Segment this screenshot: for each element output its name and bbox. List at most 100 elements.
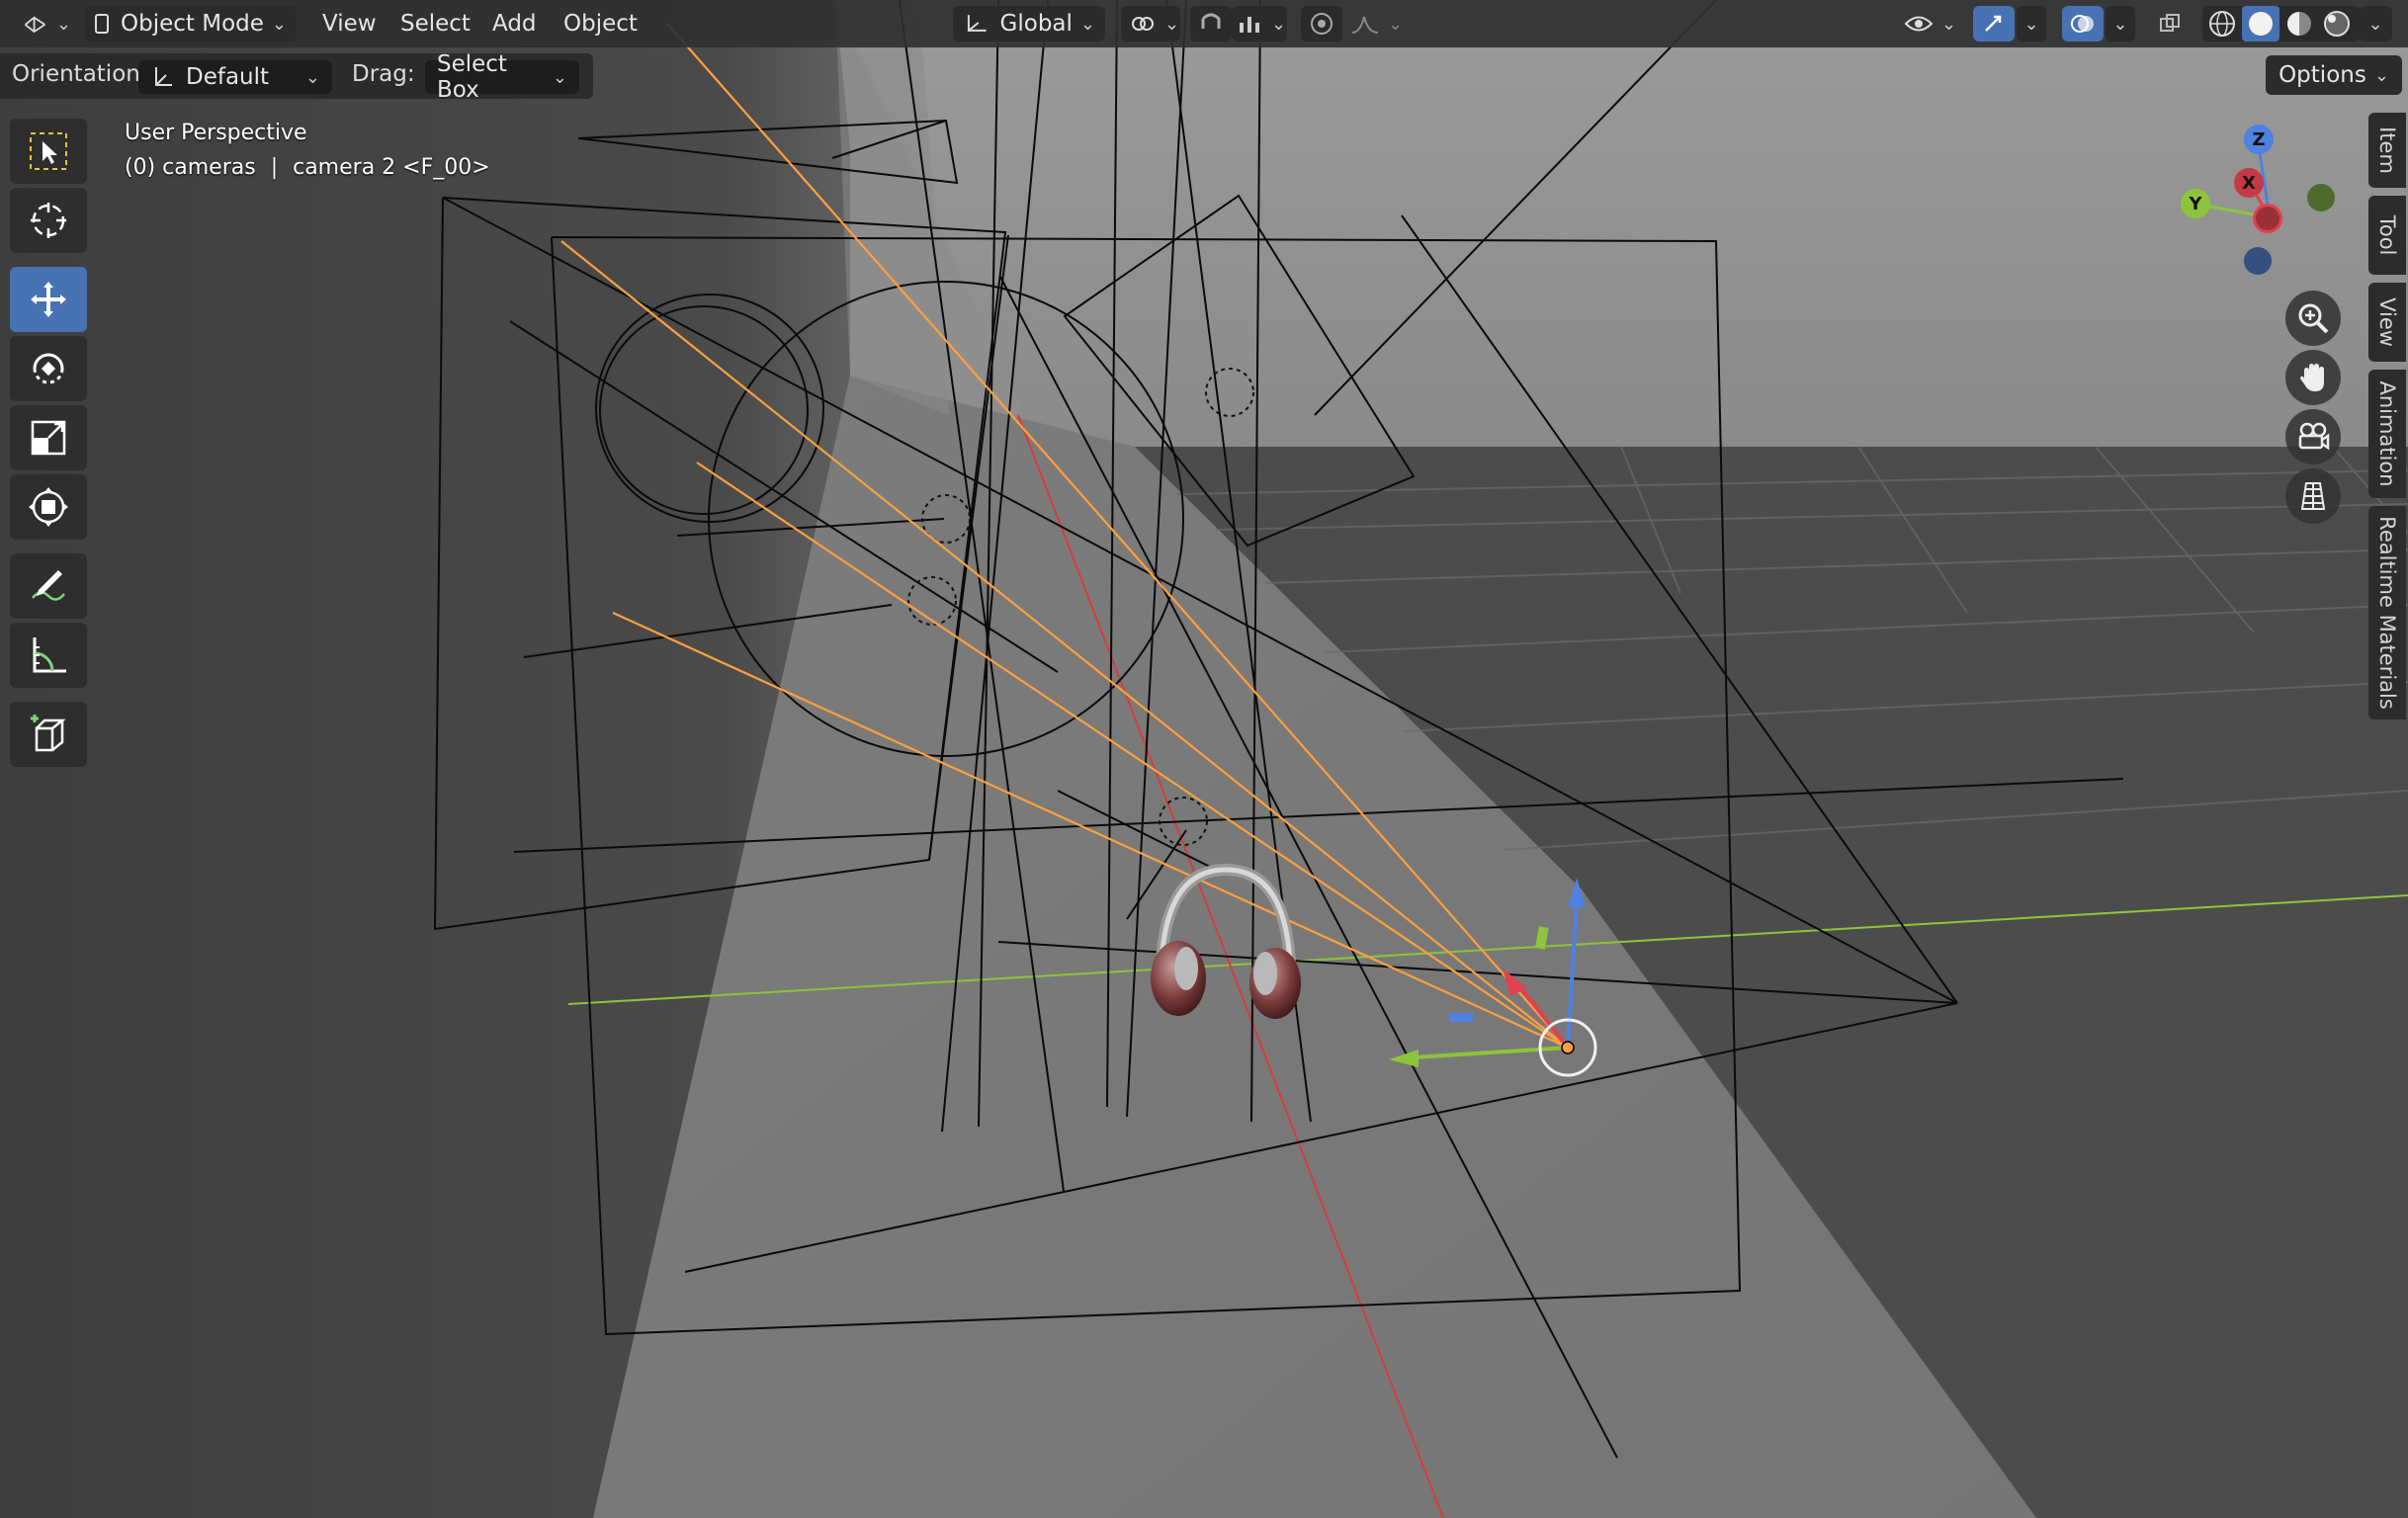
chevron-down-icon: ⌄ xyxy=(552,66,567,88)
orientation-value: Default xyxy=(186,64,270,90)
orientation-label: Global xyxy=(999,11,1073,37)
object-name: camera 2 <F_00> xyxy=(293,155,490,180)
overlay-icon xyxy=(2071,15,2094,33)
proportional-edit-toggle[interactable] xyxy=(1301,6,1342,42)
chevron-down-icon: ⌄ xyxy=(271,13,287,35)
active-object-info: (0) cameras | camera 2 <F_00> xyxy=(125,155,490,180)
drag-setting-dropdown[interactable]: Select Box ⌄ xyxy=(425,51,579,103)
scene-canvas[interactable] xyxy=(0,0,2408,1518)
orientation-icon xyxy=(967,15,987,32)
falloff-dropdown[interactable]: ⌄ xyxy=(1344,6,1404,42)
tab-realtime-materials-label: Realtime Materials xyxy=(2375,516,2399,710)
mode-label: Object Mode xyxy=(121,11,264,37)
back-wall xyxy=(835,0,2408,464)
select-box-icon xyxy=(30,132,67,170)
tab-realtime-materials[interactable]: Realtime Materials xyxy=(2368,506,2406,719)
measure-tool[interactable] xyxy=(10,623,87,688)
rendered-shading-icon[interactable] xyxy=(2324,11,2350,37)
object-mode-icon xyxy=(95,14,110,34)
z-axis-ball[interactable]: Z xyxy=(2244,125,2274,154)
material-shading-icon[interactable] xyxy=(2287,12,2311,36)
chevron-down-icon: ⌄ xyxy=(2023,13,2039,35)
menu-select[interactable]: Select xyxy=(392,8,478,40)
xray-toggle[interactable] xyxy=(2151,6,2189,42)
chevron-down-icon: ⌄ xyxy=(1941,13,1957,35)
annotate-icon xyxy=(32,570,65,601)
zoom-icon xyxy=(2298,303,2329,334)
zoom-button[interactable] xyxy=(2285,291,2341,346)
gizmo-toggle[interactable] xyxy=(1973,6,2015,42)
ortho-toggle-button[interactable] xyxy=(2285,468,2341,524)
wireframe-shading-icon[interactable] xyxy=(2209,11,2235,37)
overlay-dropdown[interactable]: ⌄ xyxy=(2106,6,2135,42)
select-box-tool[interactable] xyxy=(10,119,87,184)
x-axis-ball[interactable]: X xyxy=(2234,168,2264,198)
snap-icon xyxy=(1201,13,1221,29)
tab-tool[interactable]: Tool xyxy=(2368,196,2406,275)
chevron-down-icon: ⌄ xyxy=(1164,13,1180,35)
shading-dropdown[interactable]: ⌄ xyxy=(2359,6,2392,42)
camera-view-button[interactable] xyxy=(2285,409,2341,464)
xray-icon xyxy=(2160,14,2180,32)
chevron-down-icon: ⌄ xyxy=(1388,13,1404,35)
y-axis-ball[interactable]: Y xyxy=(2181,189,2210,218)
orientation-setting-label: Orientation: xyxy=(12,61,148,87)
proportional-edit-icon xyxy=(1311,13,1333,35)
3d-viewport[interactable] xyxy=(0,0,2408,1518)
options-label: Options xyxy=(2279,62,2366,88)
viewport-header: ⌄ Object Mode ⌄ View Select Add Object G… xyxy=(0,0,2408,47)
visibility-dropdown[interactable]: ⌄ xyxy=(1898,6,1963,42)
gizmo-icon xyxy=(1985,15,2002,32)
orientation-setting-dropdown[interactable]: Default ⌄ xyxy=(138,60,332,94)
neg-y-axis-ball[interactable] xyxy=(2307,184,2335,211)
chevron-down-icon: ⌄ xyxy=(2367,13,2383,35)
transform-tool[interactable] xyxy=(10,474,87,540)
view-name: User Perspective xyxy=(125,121,307,145)
transform-orientation-dropdown[interactable]: Global ⌄ xyxy=(953,6,1105,42)
snap-toggle[interactable] xyxy=(1190,6,1232,42)
editor-type-button[interactable]: ⌄ xyxy=(14,6,71,42)
menu-view[interactable]: View xyxy=(314,8,385,40)
chevron-down-icon: ⌄ xyxy=(55,13,71,35)
tab-animation[interactable]: Animation xyxy=(2368,370,2406,498)
gizmo-dropdown[interactable]: ⌄ xyxy=(2017,6,2046,42)
neg-z-axis-ball[interactable] xyxy=(2244,247,2272,275)
measure-icon xyxy=(33,637,66,673)
shading-mode-group xyxy=(2202,6,2361,42)
add-cube-tool[interactable] xyxy=(10,702,87,767)
annotate-tool[interactable] xyxy=(10,553,87,619)
tab-view[interactable]: View xyxy=(2368,283,2406,362)
snap-target-dropdown[interactable]: ⌄ xyxy=(1232,6,1287,42)
tab-animation-label: Animation xyxy=(2375,380,2399,487)
transform-icon xyxy=(29,487,68,527)
drag-value: Select Box xyxy=(437,51,507,103)
pivot-point-dropdown[interactable]: ⌄ xyxy=(1121,6,1180,42)
cursor-tool[interactable] xyxy=(10,188,87,253)
options-dropdown[interactable]: Options ⌄ xyxy=(2266,55,2402,95)
snap-increment-icon xyxy=(1240,17,1259,33)
cursor-icon xyxy=(31,203,66,238)
scale-icon xyxy=(31,420,66,456)
rotate-tool[interactable] xyxy=(10,336,87,401)
move-tool[interactable] xyxy=(10,267,87,332)
orthographic-grid-icon xyxy=(2300,482,2326,510)
orientation-icon xyxy=(155,67,172,86)
neg-x-axis-ball[interactable] xyxy=(2253,204,2282,233)
overlay-toggle[interactable] xyxy=(2062,6,2104,42)
solid-shading-icon[interactable] xyxy=(2249,12,2273,36)
falloff-icon xyxy=(1351,16,1379,34)
add-cube-icon xyxy=(31,715,66,752)
menu-object[interactable]: Object xyxy=(556,8,645,40)
collection-name: (0) cameras xyxy=(125,155,256,180)
pan-button[interactable] xyxy=(2285,350,2341,405)
chevron-down-icon: ⌄ xyxy=(2112,13,2128,35)
tab-tool-label: Tool xyxy=(2375,214,2399,256)
tab-item-label: Item xyxy=(2375,126,2399,174)
3d-viewport-icon xyxy=(25,16,45,34)
chevron-down-icon: ⌄ xyxy=(1079,13,1095,35)
tab-item[interactable]: Item xyxy=(2368,113,2406,188)
scale-tool[interactable] xyxy=(10,405,87,470)
info-separator: | xyxy=(270,155,279,180)
mode-dropdown[interactable]: Object Mode ⌄ xyxy=(85,6,297,42)
menu-add[interactable]: Add xyxy=(484,8,545,40)
